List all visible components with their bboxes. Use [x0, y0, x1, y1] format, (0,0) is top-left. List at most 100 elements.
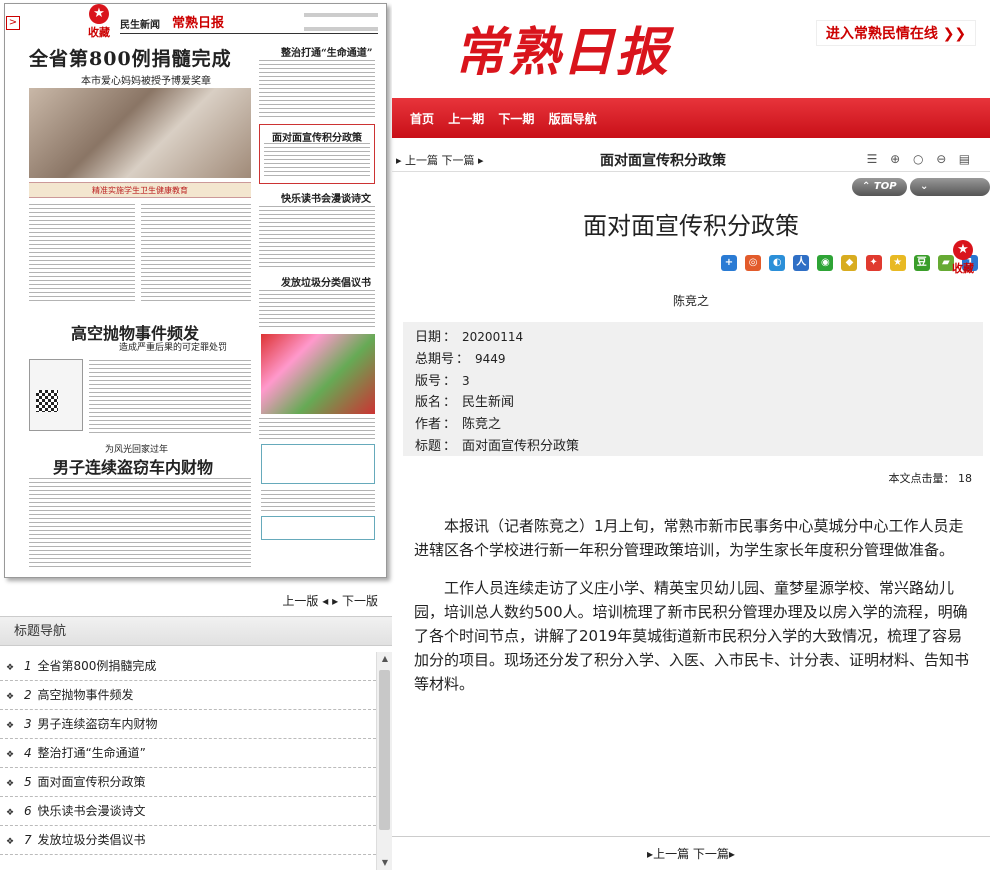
article-author: 陈竞之 [672, 294, 709, 308]
top-button[interactable]: ⌃ TOP [852, 178, 907, 196]
chevron-down-icon: ⌄ [920, 181, 929, 192]
nav-item-1[interactable]: ❖ 1 全省第800例捐髓完成 [0, 652, 376, 681]
meta-row: 日期： 20200114 [415, 326, 971, 348]
meta-row: 总期号： 9449 [415, 348, 971, 370]
next-article-link-bottom[interactable]: 下一篇 [693, 847, 729, 861]
scroll-down-icon[interactable]: ▼ [377, 856, 393, 870]
nav-next-issue-link[interactable]: 下一期 [498, 112, 534, 126]
print-icon[interactable]: ▤ [956, 151, 972, 167]
meta-separator: ： [443, 439, 457, 454]
qr-code-icon [36, 390, 58, 412]
meta-row: 标题： 面对面宣传积分政策 [415, 436, 971, 458]
site-logo[interactable]: 常熟日报 [454, 10, 670, 85]
masthead: 常熟日报 进入常熟民情在线 ❯❯ [392, 0, 990, 98]
article-bar-title: 面对面宣传积分政策 [600, 153, 726, 169]
share-kaixin-icon[interactable]: ◆ [841, 255, 858, 271]
nav-item-6[interactable]: ❖ 6 快乐读书会漫谈诗文 [0, 797, 376, 826]
brief-title-3[interactable]: 快乐读书会漫谈诗文 [281, 190, 371, 205]
left-column: 民生新闻 常熟日报 全省第800例捐髓完成 本市爱心妈妈被授予博爱奖章 精准实施… [0, 0, 392, 870]
meta-separator: ： [443, 395, 457, 410]
meta-value: 陈竞之 [462, 417, 502, 432]
nav-item-number: 1 [24, 659, 32, 673]
brief-2-highlight-box[interactable]: 面对面宣传积分政策 [259, 124, 375, 184]
headline-3-area[interactable]: 男子连续盗窃车内财物 [53, 454, 213, 478]
share-tencent-icon[interactable]: ◐ [769, 255, 786, 271]
share-more-icon[interactable]: + [721, 255, 737, 271]
bullet-icon: ❖ [6, 750, 15, 760]
article-tools: ☰ ⊕ ○ ⊖ ▤ [862, 148, 972, 167]
meta-value: 3 [462, 374, 470, 388]
article-toolbar: ▸ 上一篇 下一篇 ▸ 面对面宣传积分政策 ☰ ⊕ ○ ⊖ ▤ [392, 146, 990, 172]
nav-item-number: 4 [24, 746, 32, 760]
bullet-icon: ❖ [6, 779, 15, 789]
prev-article-link-bottom[interactable]: 上一篇 [653, 847, 689, 861]
share-wechat-icon[interactable]: ◉ [817, 255, 834, 271]
text-column [261, 490, 375, 512]
nav-item-label: 发放垃圾分类倡议书 [37, 833, 146, 847]
hit-counter: 本文点击量： 18 [889, 470, 973, 486]
newspaper-page-thumbnail[interactable]: 民生新闻 常熟日报 全省第800例捐髓完成 本市爱心妈妈被授予博爱奖章 精准实施… [4, 3, 387, 578]
headline-1-area[interactable]: 全省第800例捐髓完成 [29, 44, 232, 71]
share-icons: + ◎ ◐ 人 ◉ ◆ ✦ ★ 豆 ▰ 1 [718, 250, 978, 271]
brief-title-1[interactable]: 整治打通“生命通道” [281, 44, 373, 59]
brief-title-4[interactable]: 发放垃圾分类倡议书 [281, 274, 371, 289]
share-renren-icon[interactable]: 人 [793, 255, 810, 271]
text-icon[interactable]: ☰ [864, 151, 880, 167]
favorite-button-left[interactable]: ★ 收藏 [85, 4, 113, 40]
star-icon: ★ [89, 4, 109, 24]
nav-item-label: 快乐读书会漫谈诗文 [37, 804, 146, 818]
notice-box [261, 444, 375, 484]
scroll-up-icon[interactable]: ▲ [377, 652, 393, 666]
text-column [259, 290, 375, 330]
prev-page-link[interactable]: 上一版 [282, 594, 318, 608]
zoom-reset-icon[interactable]: ○ [910, 151, 926, 167]
nav-item-number: 7 [24, 833, 32, 847]
enter-minqing-link[interactable]: 进入常熟民情在线 ❯❯ [816, 20, 976, 46]
share-weibo-icon[interactable]: ✦ [865, 255, 882, 271]
meta-separator: ： [443, 330, 457, 345]
nav-item-5[interactable]: ❖ 5 面对面宣传积分政策 [0, 768, 376, 797]
nav-home-link[interactable]: 首页 [410, 112, 434, 126]
meta-key: 日期 [415, 330, 442, 345]
nav-layout-link[interactable]: 版面导航 [549, 112, 597, 126]
favorite-label: 收藏 [952, 262, 974, 275]
favorite-button-right[interactable]: ★ 收藏 [948, 240, 978, 276]
nav-prev-issue-link[interactable]: 上一期 [448, 112, 484, 126]
zoom-out-icon[interactable]: ⊖ [933, 151, 949, 167]
meta-key: 总期号 [415, 352, 455, 367]
play-left-icon: ▸ [396, 154, 402, 167]
bullet-icon: ❖ [6, 663, 15, 673]
brief-title-2: 面对面宣传积分政策 [272, 133, 362, 144]
prev-article-link[interactable]: 上一篇 [405, 154, 438, 167]
nav-item-2[interactable]: ❖ 2 高空抛物事件频发 [0, 681, 376, 710]
meta-key: 标题 [415, 439, 442, 454]
scroll-thumb[interactable] [379, 670, 390, 830]
share-favorite-icon[interactable]: ★ [889, 255, 906, 271]
nav-item-7[interactable]: ❖ 7 发放垃圾分类倡议书 [0, 826, 376, 855]
share-douban-icon[interactable]: 豆 [913, 255, 930, 271]
bottom-button[interactable]: ⌄ BOTTOM [910, 178, 990, 210]
nav-item-4[interactable]: ❖ 4 整治打通“生命通道” [0, 739, 376, 768]
next-page-link[interactable]: 下一版 [342, 594, 378, 608]
text-column [29, 478, 251, 568]
zoom-in-icon[interactable]: ⊕ [887, 151, 903, 167]
nav-scrollbar[interactable]: ▲ ▼ [376, 652, 392, 870]
nav-item-3[interactable]: ❖ 3 男子连续盗窃车内财物 [0, 710, 376, 739]
page: 民生新闻 常熟日报 全省第800例捐髓完成 本市爱心妈妈被授予博爱奖章 精准实施… [0, 0, 990, 870]
nav-item-label: 男子连续盗窃车内财物 [37, 717, 158, 731]
pager-arrow-left-icon: ◂ [322, 594, 329, 608]
next-article-link[interactable]: 下一篇 [442, 154, 475, 167]
text-column [259, 206, 375, 268]
title-navigation-list: ❖ 1 全省第800例捐髓完成 ❖ 2 高空抛物事件频发 ❖ 3 男子连续盗窃车内财物 ❖ 4… [0, 652, 376, 870]
text-column [141, 204, 251, 304]
text-column [259, 60, 375, 118]
meta-row: 版名： 民生新闻 [415, 392, 971, 414]
subheadline-2: 造成严重后果的可定罪处罚 [119, 343, 228, 353]
share-qzone-icon[interactable]: ◎ [745, 255, 762, 271]
main-navbar: 首页 上一期 下一期 版面导航 [392, 98, 990, 138]
meta-separator: ： [456, 352, 470, 367]
meta-key: 版号 [415, 374, 442, 389]
hits-value: 18 [958, 472, 972, 485]
expand-arrow-icon[interactable]: > [6, 16, 20, 30]
play-right-icon: ▸ [728, 847, 735, 861]
